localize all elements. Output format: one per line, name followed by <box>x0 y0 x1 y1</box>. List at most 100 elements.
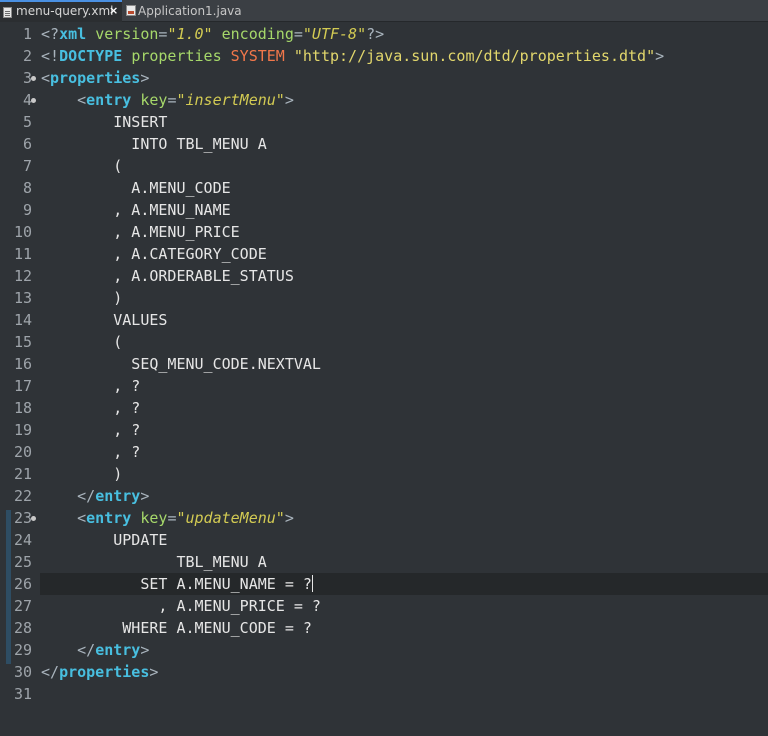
text-cursor <box>311 575 313 592</box>
code-line[interactable]: 10 , A.MENU_PRICE <box>0 221 768 243</box>
code-line[interactable]: 27 , A.MENU_PRICE = ? <box>0 595 768 617</box>
line-number: 27 <box>13 597 32 615</box>
line-number: 5 <box>22 113 32 131</box>
tab-menu-query-xml[interactable]: menu-query.xml × <box>0 0 122 22</box>
code-line[interactable]: 1 <?xml version="1.0" encoding="UTF-8"?> <box>0 23 768 45</box>
code-text: , ? <box>41 397 140 419</box>
code-line[interactable]: 30 </properties> <box>0 661 768 683</box>
code-line[interactable]: 25 TBL_MENU A <box>0 551 768 573</box>
code-token: DOCTYPE <box>59 47 123 65</box>
line-number: 3 <box>22 69 32 87</box>
code-line[interactable]: 14 VALUES <box>0 309 768 331</box>
code-line[interactable]: 28 WHERE A.MENU_CODE = ? <box>0 617 768 639</box>
code-text: UPDATE <box>41 529 167 551</box>
code-line[interactable]: 13 ) <box>0 287 768 309</box>
code-text: </properties> <box>41 661 158 683</box>
code-line[interactable]: 20 , ? <box>0 441 768 463</box>
line-number: 31 <box>13 685 32 703</box>
code-token: entry <box>86 91 132 109</box>
tab-label: menu-query.xml <box>16 4 114 18</box>
code-token: , A.MENU_PRICE = ? <box>41 597 321 615</box>
xml-file-icon <box>3 7 12 18</box>
code-token: < <box>77 91 87 109</box>
line-number: 21 <box>13 465 32 483</box>
code-line[interactable]: 19 , ? <box>0 419 768 441</box>
tab-application1-java[interactable]: Application1.java <box>124 0 244 22</box>
code-token: entry <box>86 509 132 527</box>
code-text: , ? <box>41 419 140 441</box>
code-line[interactable]: 16 SEQ_MENU_CODE.NEXTVAL <box>0 353 768 375</box>
code-line[interactable]: 2 <!DOCTYPE properties SYSTEM "http://jav… <box>0 45 768 67</box>
code-text: TBL_MENU A <box>41 551 266 573</box>
code-line[interactable]: 6 INTO TBL_MENU A <box>0 133 768 155</box>
line-number: 22 <box>13 487 32 505</box>
code-token: > <box>284 91 294 109</box>
code-text: , A.ORDERABLE_STATUS <box>41 265 294 287</box>
code-text: , A.MENU_PRICE <box>41 221 239 243</box>
code-line[interactable]: 4 <entry key="insertMenu"> <box>0 89 768 111</box>
code-token: , ? <box>41 421 141 439</box>
code-token: > <box>140 69 150 87</box>
code-line[interactable]: 26 SET A.MENU_NAME = ? <box>0 573 768 595</box>
code-text: <properties> <box>41 67 149 89</box>
code-line[interactable]: 9 , A.MENU_NAME <box>0 199 768 221</box>
code-line[interactable]: 24 UPDATE <box>0 529 768 551</box>
code-text: ) <box>41 463 122 485</box>
fold-marker-icon[interactable] <box>31 516 36 521</box>
code-token: entry <box>95 641 141 659</box>
code-line[interactable]: 5 INSERT <box>0 111 768 133</box>
code-token: < <box>41 69 51 87</box>
close-tab-icon[interactable]: × <box>109 2 118 20</box>
code-line[interactable]: 18 , ? <box>0 397 768 419</box>
code-line[interactable]: 8 A.MENU_CODE <box>0 177 768 199</box>
code-line[interactable]: 29 </entry> <box>0 639 768 661</box>
code-line[interactable]: 17 , ? <box>0 375 768 397</box>
code-token: "http://java.sun.com/dtd/properties.dtd" <box>293 47 656 65</box>
code-line[interactable]: 15 ( <box>0 331 768 353</box>
code-line[interactable]: 23 <entry key="updateMenu"> <box>0 507 768 529</box>
code-line[interactable]: 11 , A.CATEGORY_CODE <box>0 243 768 265</box>
code-token: INSERT <box>41 113 168 131</box>
code-token: <! <box>41 47 60 65</box>
code-text: , ? <box>41 375 140 397</box>
code-token: SEQ_MENU_CODE.NEXTVAL <box>41 355 321 373</box>
code-token: SET A.MENU_NAME = ? <box>41 575 312 593</box>
line-number: 11 <box>13 245 32 263</box>
code-text: <entry key="updateMenu"> <box>41 507 294 529</box>
line-number: 2 <box>22 47 32 65</box>
code-token: ( <box>41 333 123 351</box>
code-token: < <box>77 509 87 527</box>
code-text: , ? <box>41 441 140 463</box>
code-line[interactable]: 7 ( <box>0 155 768 177</box>
code-token: , ? <box>41 399 141 417</box>
line-number: 13 <box>13 289 32 307</box>
line-number: 7 <box>22 157 32 175</box>
fold-marker-icon[interactable] <box>31 76 36 81</box>
code-line[interactable]: 12 , A.ORDERABLE_STATUS <box>0 265 768 287</box>
code-text: A.MENU_CODE <box>41 177 230 199</box>
code-token: > <box>140 641 150 659</box>
code-token: , ? <box>41 443 141 461</box>
code-text: INTO TBL_MENU A <box>41 133 267 155</box>
code-text: , A.CATEGORY_CODE <box>41 243 267 265</box>
code-token: > <box>140 487 150 505</box>
code-token: INTO TBL_MENU A <box>41 135 267 153</box>
fold-marker-icon[interactable] <box>31 98 36 103</box>
code-line[interactable]: 3 <properties> <box>0 67 768 89</box>
line-number: 18 <box>13 399 32 417</box>
code-text: </entry> <box>41 485 149 507</box>
code-line[interactable]: 31 <box>0 683 768 705</box>
editor-tab-bar: menu-query.xml × Application1.java <box>0 0 768 22</box>
code-editor[interactable]: 1 <?xml version="1.0" encoding="UTF-8"?> 2… <box>0 22 768 736</box>
code-token: SYSTEM <box>230 47 285 65</box>
code-line[interactable]: 22 </entry> <box>0 485 768 507</box>
line-number: 12 <box>13 267 32 285</box>
code-token: , A.MENU_NAME <box>41 201 231 219</box>
line-number: 25 <box>13 553 32 571</box>
line-number: 23 <box>13 509 32 527</box>
code-line[interactable]: 21 ) <box>0 463 768 485</box>
